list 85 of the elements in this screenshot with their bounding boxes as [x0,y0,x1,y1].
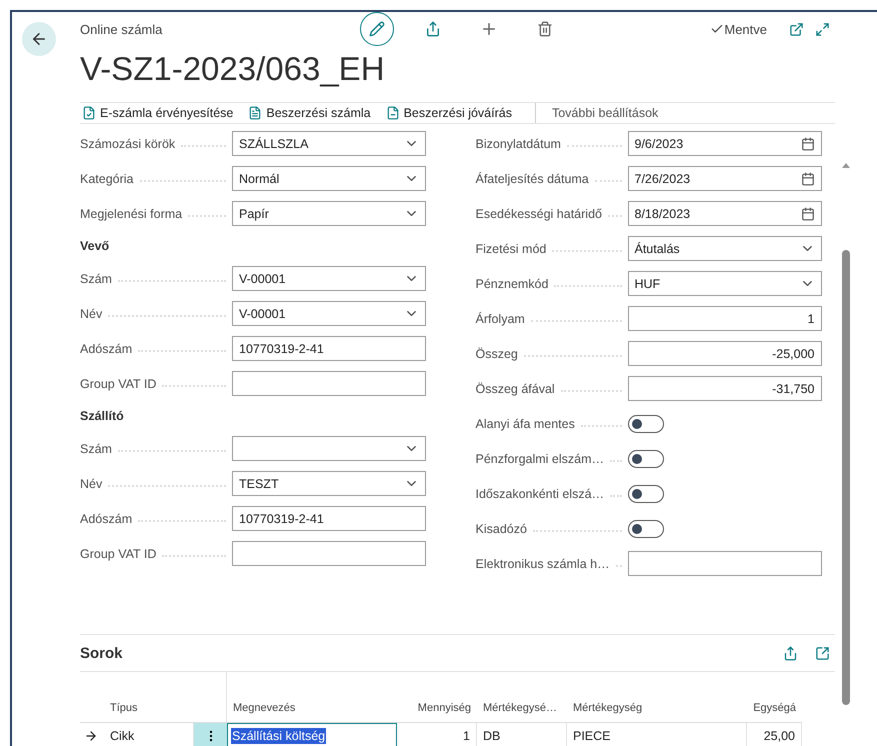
edit-button[interactable] [360,12,394,46]
dropdown-field[interactable]: V-00001 [232,301,426,326]
input-field[interactable]: 10770319-2-41 [232,336,426,361]
column-header: Mennyiség [397,672,477,723]
save-status: Mentve [724,22,767,36]
input-field[interactable]: 10770319-2-41 [232,506,426,531]
dropdown-field[interactable]: Normál [232,166,426,191]
input-field[interactable]: -25,000 [628,341,822,366]
input-field[interactable] [628,551,822,576]
external-link-icon [788,22,804,36]
action-button[interactable]: Beszerzési jóváírás [386,106,519,120]
field-label: Számozási körök [80,136,176,150]
field-label: Név [80,306,102,320]
action-button[interactable]: E-számla érvényesítése [82,106,240,120]
field-label: Bizonylatdátum [476,136,561,150]
field-label: Időszakonkénti elszá… [476,486,604,500]
toggle-switch[interactable] [628,520,664,538]
trash-icon [537,21,553,37]
field-label: Összeg áfával [476,382,555,396]
date-field[interactable]: 7/26/2023 [628,166,822,191]
breadcrumb: Online számla [80,22,164,36]
document-icon [386,106,400,120]
field-label: Adószám [80,342,132,356]
field-label: Fizetési mód [476,242,546,256]
plus-icon [480,20,498,38]
input-field[interactable] [232,541,426,566]
column-header: Mértékegysé… [477,672,567,723]
share-icon [782,646,798,660]
toggle-switch[interactable] [628,414,664,432]
calendar-icon [800,172,814,186]
column-header: Egységá [747,672,802,723]
field-label: Szám [80,272,112,286]
section-heading: Vevő [80,239,110,253]
date-field[interactable]: 8/18/2023 [628,201,822,226]
dropdown-field[interactable]: SZÁLLSZLA [232,131,426,156]
column-header: Mértékegység [567,672,747,723]
date-field[interactable]: 9/6/2023 [628,131,822,156]
toggle-switch[interactable] [628,450,664,468]
section-title: Sorok [80,644,124,662]
field-label: Árfolyam [476,312,525,326]
field-label: Összeg [476,346,518,360]
share-icon [425,21,441,37]
column-header: Típus [104,672,194,723]
dropdown-field[interactable] [232,436,426,461]
table-cell: 1 [397,723,477,746]
expand-icon [814,22,830,36]
pencil-icon [369,21,385,37]
action-button[interactable]: További beállítások [552,106,666,120]
dropdown-field[interactable]: TESZT [232,471,426,496]
field-label: Megjelenési forma [80,206,182,220]
dropdown-field[interactable]: V-00001 [232,266,426,291]
input-field[interactable]: 1 [628,306,822,331]
column-header: Megnevezés [227,672,397,723]
section-heading: Szállító [80,409,124,423]
field-label: Kisadózó [476,522,527,536]
field-label: Áfateljesítés dátuma [476,172,589,186]
field-label: Pénznemkód [476,276,548,290]
document-icon [248,106,262,120]
toggle-switch[interactable] [628,484,664,502]
external-link-icon [814,646,830,660]
field-label: Adószám [80,512,132,526]
field-label: Group VAT ID [80,546,156,560]
calendar-icon [800,136,814,150]
input-field[interactable]: -31,750 [628,376,822,401]
field-label: Elektronikus számla h… [476,556,610,570]
input-field[interactable] [232,371,426,396]
table-cell: PIECE [567,723,747,746]
calendar-icon [800,206,814,220]
table-cell: 25,00 [747,723,802,746]
page-title: V-SZ1-2023/063_EH [80,50,386,88]
field-label: Kategória [80,172,134,186]
dropdown-field[interactable]: Átutalás [628,236,822,261]
action-button[interactable]: Beszerzési számla [248,106,378,120]
field-label: Esedékességi határidő [476,206,602,220]
dropdown-field[interactable]: Papír [232,201,426,226]
back-button[interactable] [22,22,56,56]
field-label: Pénzforgalmi elszám… [476,452,604,466]
field-label: Név [80,476,102,490]
field-label: Group VAT ID [80,376,156,390]
field-label: Szám [80,442,112,456]
input-field[interactable]: Szállítási költség [227,723,397,746]
field-label: Alanyi áfa mentes [476,416,575,430]
table-cell: DB [477,723,567,746]
checklist-icon [82,106,96,120]
dropdown-field[interactable]: HUF [628,271,822,296]
